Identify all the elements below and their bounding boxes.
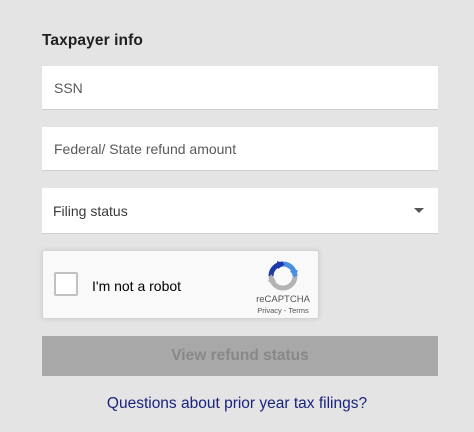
terms-link[interactable]: Terms <box>288 306 308 315</box>
filing-status-select[interactable]: Filing status <box>42 188 438 234</box>
filing-status-label: Filing status <box>53 203 128 219</box>
recaptcha-logo-icon <box>268 261 298 291</box>
prior-year-link[interactable]: Questions about prior year tax filings? <box>0 395 474 413</box>
chevron-down-icon <box>414 208 424 213</box>
recaptcha-label: I'm not a robot <box>92 278 182 294</box>
refund-amount-input[interactable] <box>42 127 438 171</box>
recaptcha-brand: reCAPTCHA <box>256 294 310 305</box>
recaptcha-links: Privacy - Terms <box>251 306 315 315</box>
section-title: Taxpayer info <box>42 32 143 49</box>
recaptcha-checkbox[interactable] <box>54 272 78 296</box>
privacy-link[interactable]: Privacy <box>257 306 282 315</box>
recaptcha-widget: I'm not a robot reCAPTCHA Privacy - Term… <box>42 250 319 319</box>
ssn-input[interactable] <box>42 66 438 110</box>
view-refund-status-button[interactable]: View refund status <box>42 336 438 376</box>
